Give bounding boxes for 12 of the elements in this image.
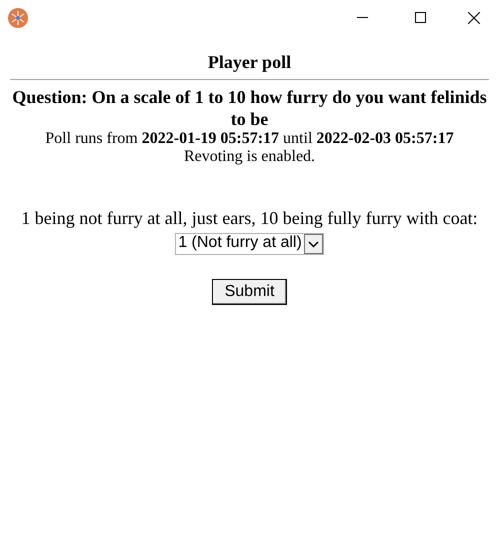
app-icon: [8, 8, 28, 28]
window-title: Player poll: [208, 51, 292, 73]
question-text: Question: On a scale of 1 to 10 how furry do you want felinids to be: [11, 86, 488, 130]
revoting-note: Revoting is enabled.: [182, 148, 316, 166]
poll-period-text: Poll runs from 2022-01-19 05:57:17 until 2022-02-03 05:57:17: [44, 130, 455, 148]
minimize-icon[interactable]: [356, 17, 368, 18]
caret-icon: [304, 234, 323, 254]
maximize-icon[interactable]: [414, 12, 426, 23]
prompt-text: 1 being not furry at all, just ears, 10 being fully furry with coat:: [21, 208, 478, 228]
submit-button[interactable]: Submit: [212, 278, 288, 305]
dropdown[interactable]: 1 (Not furry at all): [175, 232, 324, 255]
close-icon[interactable]: [468, 12, 480, 24]
